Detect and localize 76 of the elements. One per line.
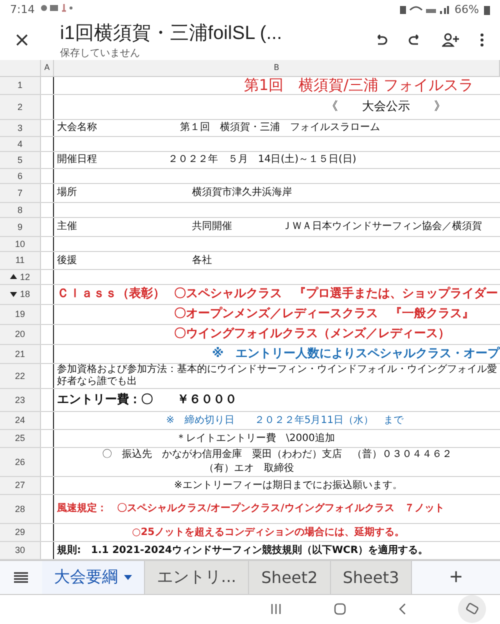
row-header[interactable]: 30 [0,542,41,559]
cell-text: 〇オープンメンズ／レディースクラス 『一般クラス』 [174,307,475,322]
row-header[interactable]: 5 [0,152,41,168]
cell-text: Ｃｌａｓｓ（表彰） [57,287,166,302]
cell-text: 共同開催 [192,221,233,233]
sheet-tab[interactable]: Sheet2 [249,560,331,594]
row-header[interactable]: 7 [0,184,41,202]
cell-text: 〇 振込先 かながわ信用金庫 粟田（わわだ）支店 （普）０３０４４６２ [102,449,452,461]
cell-text: 第1回 横須賀/三浦 フォイルスラ [244,76,474,94]
row-header[interactable]: 29 [0,524,41,541]
expand-triangle-icon[interactable] [10,292,17,297]
row-header[interactable]: 2 [0,94,41,119]
cell-text: ※ 締め切り日 ２０２２年5月11日（水） まで [166,414,404,426]
battery-percent: 66% [454,3,479,16]
cell-text: （有）エオ 取締役 [204,463,294,475]
row-header[interactable]: 21 [0,344,41,363]
cell-text: 〇ウイングフォイルクラス（メンズ／レディース） [174,327,451,342]
row-header[interactable]: 1 [0,76,41,94]
row-header[interactable]: 4 [0,136,41,151]
row-header[interactable]: 18 [0,284,41,304]
cell-text: 〇スペシャルクラス 『プロ選手または、ショップライダー [174,287,499,302]
more-icon [480,32,484,47]
cell-text: ２０２２年 ５月 14日(土)～１５日(日) [168,154,358,166]
cell-text: ※エントリーフィーは期日までにお振込願います。 [174,480,404,492]
caret-icon [124,574,132,580]
row-header[interactable]: 22 [0,364,41,388]
row-header[interactable]: 27 [0,476,41,494]
row-header[interactable]: 26 [0,448,41,476]
row-header[interactable]: 19 [0,304,41,324]
row-header[interactable]: 8 [0,202,41,217]
row-header[interactable]: 23 [0,388,41,411]
cell-text: 後援 [57,254,78,266]
back-icon[interactable] [398,603,406,616]
cell-text: 大会名称 [57,122,98,134]
row-header[interactable]: 28 [0,494,41,523]
row-header[interactable]: 12 [0,270,41,284]
row-header[interactable]: 20 [0,324,41,344]
document-title: i1回横須賀・三浦foilSL (... [60,22,284,46]
row-header[interactable]: 11 [0,252,41,269]
row-header[interactable]: 3 [0,120,41,136]
column-header[interactable]: A [41,60,54,76]
row-header[interactable]: 25 [0,430,41,447]
cell-text: エントリー費：〇 ￥６０００ [57,392,238,407]
signal-icons [400,4,450,15]
battery-icon [484,4,490,15]
cell-text: ＪＷＡ日本ウインドサーフィン協会／横須賀 [282,221,483,233]
cell-text: 主催 [57,221,78,233]
cell-text: 風速規定： 〇スペシャルクラス/オープンクラス/ウイングフォイルクラス ７ノット [57,503,446,515]
cell-text: ※ エントリー人数によりスペシャルクラス・オープ [212,346,500,361]
recent-apps-icon[interactable] [270,603,282,616]
cell-text: 規則: 1.1 2021-2024ウィンドサーフィン競技規則（以下WCR）を適用する。 [57,544,430,556]
home-icon[interactable] [334,603,346,616]
sheet-tab[interactable]: エントリ... [145,560,250,594]
save-status: 保存していません [60,46,141,60]
close-icon [16,34,28,46]
cell-text: 第１回 横須賀・三浦 フォイルスラローム [180,122,381,134]
cell-text: 《 大会公示 》 [326,100,447,114]
cell-text: ○25ノットを超えるコンディションの場合には、延期する。 [132,526,406,538]
collapse-triangle-icon[interactable] [10,274,17,280]
row-header[interactable]: 24 [0,412,41,429]
row-header[interactable]: 10 [0,236,41,251]
sheet-tab[interactable]: 大会要綱 [42,560,145,594]
row-header[interactable]: 9 [0,218,41,236]
cell-text: ＊レイトエントリー費 \2000追加 [176,432,336,444]
cell-text: 場所 [57,187,78,199]
cell-text: 参加資格および参加方法：基本的にウインドサーフィン・ウインドフォイル・ウイングフォイル愛好者なら誰でも出 [57,364,498,388]
cell-text: 開催日程 [57,154,98,166]
notification-icons [40,3,74,14]
rotate-icon[interactable] [458,595,486,624]
add-person-icon [442,32,460,47]
cell-text: 各社 [192,254,213,266]
cell-text: 横須賀市津久井浜海岸 [192,187,293,199]
row-header[interactable]: 6 [0,168,41,183]
status-time: 7:14 [10,3,35,16]
menu-icon [14,571,28,584]
sheet-tab[interactable]: Sheet3 [330,560,412,594]
